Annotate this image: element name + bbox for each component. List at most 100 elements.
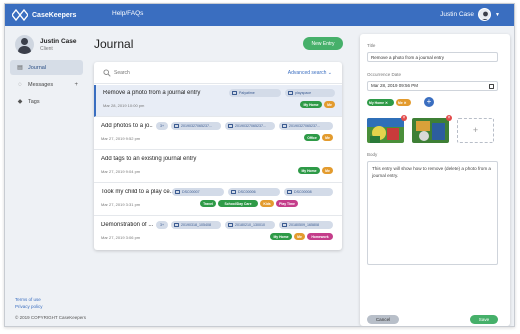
- photo-thumbnail[interactable]: [367, 118, 404, 143]
- photo-chip[interactable]: 20190327065237...: [279, 122, 333, 130]
- photo-chip[interactable]: DSC00006: [228, 188, 280, 196]
- photo-image: [367, 118, 404, 143]
- entry-date: Mar 27, 2019 9:04 pm: [101, 169, 141, 174]
- entry-title: Took my child to a play ce...: [101, 189, 173, 195]
- photo-chip[interactable]: DSC00008: [284, 188, 333, 196]
- photo-chip[interactable]: 20190327065237...: [171, 122, 221, 130]
- entry-title: Demonstration of ...: [101, 222, 154, 228]
- page-title: Journal: [94, 37, 134, 51]
- image-icon: [228, 124, 233, 128]
- tag-badge: Play Time: [276, 200, 298, 207]
- plus-icon[interactable]: +: [74, 82, 78, 88]
- tag-badge: Me: [322, 167, 333, 174]
- body-label: Body: [367, 152, 378, 157]
- image-icon: [282, 124, 287, 128]
- title-label: Title: [367, 43, 376, 48]
- tag-badge: Travel: [200, 200, 216, 207]
- tag-badge: Office: [304, 134, 320, 141]
- entry-title: Remove a photo from a journal entry: [103, 90, 201, 96]
- chevron-down-icon: ▼: [495, 11, 500, 18]
- more-chip[interactable]: 3+: [156, 122, 168, 130]
- photo-chip[interactable]: 20190327065237...: [225, 122, 275, 130]
- image-icon: [287, 190, 292, 194]
- avatar-icon: [482, 11, 489, 20]
- tag-icon: ◆: [17, 99, 23, 105]
- more-chip[interactable]: 3+: [156, 221, 168, 229]
- date-value: Mar 28, 2019 09:56 PM: [371, 83, 419, 88]
- calendar-icon[interactable]: [489, 84, 494, 89]
- privacy-link[interactable]: Privacy policy: [15, 304, 43, 309]
- remove-photo-button[interactable]: ×: [446, 115, 452, 121]
- cancel-button[interactable]: Cancel: [367, 315, 399, 324]
- search-bar: Advanced search ⌄: [94, 62, 342, 84]
- image-icon: [228, 223, 233, 227]
- save-button[interactable]: Save: [470, 315, 498, 324]
- image-icon: [232, 91, 237, 95]
- tag-badge: Me: [324, 101, 335, 108]
- avatar: [15, 35, 34, 54]
- title-field[interactable]: [367, 52, 498, 62]
- list-item[interactable]: Demonstration of ... Mar 27, 2019 3:06 p…: [94, 217, 342, 249]
- add-photo-button[interactable]: +: [457, 118, 494, 143]
- list-item[interactable]: Took my child to a play ce... Mar 27, 20…: [94, 184, 342, 216]
- search-input[interactable]: [114, 68, 234, 78]
- user-avatar: [478, 8, 492, 21]
- profile-name: Justin Case: [40, 37, 77, 45]
- tag-badge[interactable]: My Home ✕: [367, 99, 394, 106]
- photo-chip[interactable]: Palyatime: [229, 89, 281, 97]
- photo-chip[interactable]: 20190318_105408: [171, 221, 221, 229]
- list-item[interactable]: Add photos to a jo... Mar 27, 2019 9:52 …: [94, 118, 342, 150]
- help-link[interactable]: Help/FAQs: [112, 10, 143, 17]
- logo-icon: [12, 9, 28, 21]
- sidebar-item-journal[interactable]: ▤ Journal: [10, 60, 83, 75]
- tag-badge: Me: [322, 134, 333, 141]
- sidebar-item-label: Tags: [28, 98, 40, 105]
- entry-date: Mar 27, 2019 3:06 pm: [101, 235, 141, 240]
- date-field[interactable]: Mar 28, 2019 09:56 PM: [367, 81, 498, 91]
- photo-image: [412, 118, 449, 143]
- top-bar: CaseKeepers Help/FAQs Justin Case ▼: [5, 4, 514, 26]
- tag-badge: My Home: [300, 101, 322, 108]
- new-entry-button[interactable]: New Entry: [303, 37, 343, 50]
- entry-date: Mar 28, 2019 10:00 pm: [103, 103, 145, 108]
- terms-link[interactable]: Terms of use: [15, 297, 41, 302]
- app-window: CaseKeepers Help/FAQs Justin Case ▼ Just…: [4, 3, 515, 327]
- image-icon: [174, 124, 179, 128]
- entry-date: Mar 27, 2019 9:52 pm: [101, 136, 141, 141]
- profile: Justin Case Client: [15, 35, 77, 54]
- photo-chip[interactable]: 20180210_130010: [225, 221, 275, 229]
- remove-photo-button[interactable]: ×: [401, 115, 407, 121]
- photo-chip[interactable]: DSC00007: [172, 188, 224, 196]
- photo-chip[interactable]: playspace: [285, 89, 335, 97]
- sidebar-item-tags[interactable]: ◆ Tags: [10, 94, 83, 109]
- list-item[interactable]: Remove a photo from a journal entry Mar …: [94, 85, 342, 117]
- tag-badge[interactable]: Me ✕: [396, 99, 411, 106]
- sidebar-item-label: Messages: [28, 81, 54, 88]
- entry-date: Mar 27, 2019 3:31 pm: [101, 202, 141, 207]
- date-label: Occurrence Date: [367, 72, 402, 77]
- list-item[interactable]: Add tags to an existing journal entry Ma…: [94, 151, 342, 183]
- brand-name: CaseKeepers: [32, 11, 77, 19]
- sidebar-item-messages[interactable]: ◌ Messages +: [10, 77, 83, 92]
- image-icon: [282, 223, 287, 227]
- photo-thumbnail[interactable]: [412, 118, 449, 143]
- user-name: Justin Case: [440, 11, 475, 18]
- search-icon: [103, 69, 111, 77]
- tag-badge: Me: [294, 233, 305, 240]
- advanced-search-link[interactable]: Advanced search ⌄: [288, 70, 332, 76]
- tag-badge: My Home: [298, 167, 320, 174]
- body-field[interactable]: This entry will show how to remove (dele…: [367, 161, 498, 265]
- add-tag-button[interactable]: +: [424, 97, 434, 107]
- profile-role: Client: [40, 45, 53, 52]
- sidebar: Justin Case Client ▤ Journal ◌ Messages …: [5, 26, 86, 326]
- image-icon: [288, 91, 293, 95]
- tag-badge: Homework: [307, 233, 333, 240]
- user-menu[interactable]: Justin Case ▼: [440, 8, 500, 21]
- image-icon: [175, 190, 180, 194]
- entry-title: Add photos to a jo...: [101, 123, 153, 129]
- photo-chip[interactable]: 20180509_165808: [279, 221, 333, 229]
- entry-detail-panel: Title Occurrence Date Mar 28, 2019 09:56…: [360, 34, 510, 326]
- chat-icon: ◌: [18, 81, 22, 88]
- tag-badge: My Home: [270, 233, 292, 240]
- logo[interactable]: CaseKeepers: [12, 8, 76, 22]
